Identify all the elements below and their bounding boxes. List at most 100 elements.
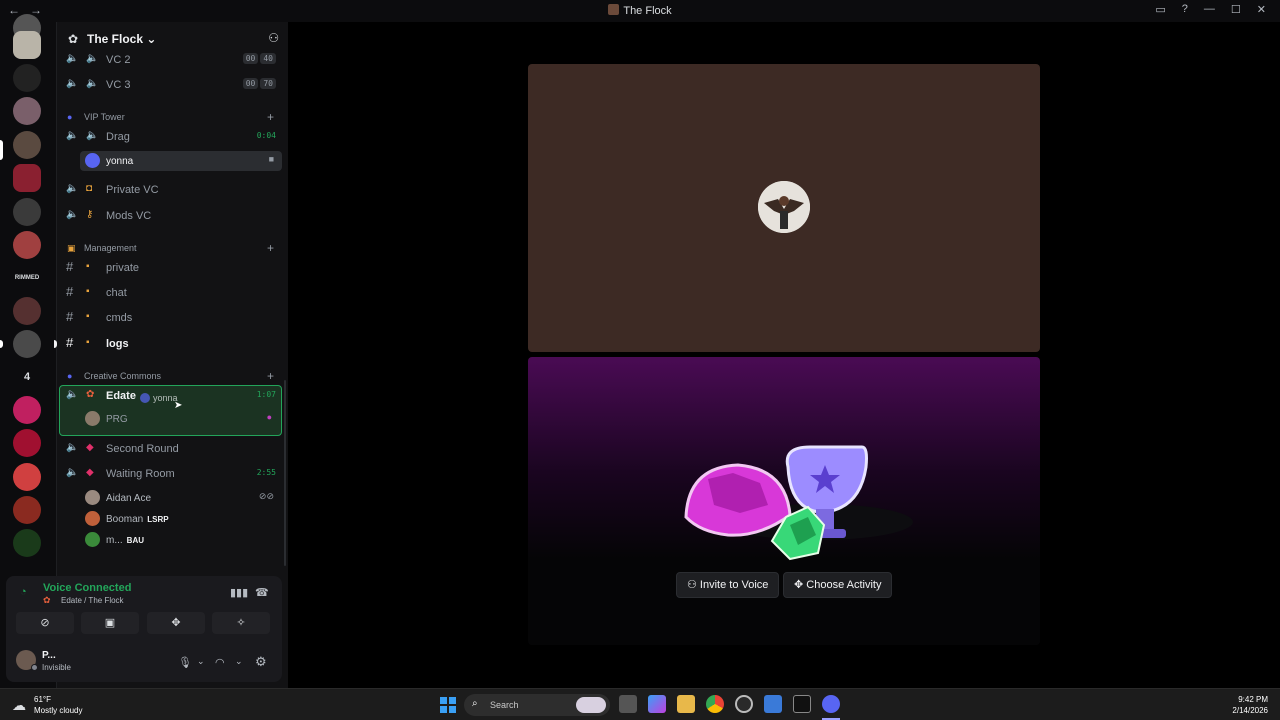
voice-status[interactable]: Voice Connected — [43, 582, 131, 594]
screen-share-button[interactable]: ▣ — [81, 612, 139, 634]
speaker-icon: 🔈 — [66, 78, 79, 89]
channel-drag[interactable]: 🔈 🔈 Drag 0:04 — [62, 126, 282, 148]
server-icon[interactable] — [13, 429, 41, 457]
add-channel-icon[interactable]: + — [267, 369, 274, 383]
server-icon[interactable] — [13, 97, 41, 125]
speaker-icon: 🔈 — [66, 53, 79, 64]
user-name[interactable]: P... — [42, 650, 56, 661]
disconnect-icon[interactable]: ☎ — [255, 586, 269, 599]
camera-button[interactable]: ⊘ — [16, 612, 74, 634]
activity-button[interactable]: ✥ — [147, 612, 205, 634]
taskbar-search[interactable]: ⌕ Search — [464, 694, 610, 716]
add-channel-icon[interactable]: + — [267, 110, 274, 124]
channel-second-round[interactable]: 🔈 ◆ Second Round — [62, 438, 282, 460]
chrome-icon[interactable] — [706, 695, 724, 713]
channel-name: Mods VC — [106, 210, 152, 222]
user-tag-badge: BAU — [126, 536, 145, 545]
guild-badge-icon: ✿ — [68, 32, 79, 46]
voice-user[interactable]: m... BAU — [80, 530, 280, 550]
server-icon[interactable] — [13, 198, 41, 226]
minimize-button[interactable]: — — [1204, 3, 1215, 16]
server-icon[interactable] — [13, 231, 41, 259]
maximize-button[interactable]: ☐ — [1231, 3, 1241, 16]
screen-share-icon: ▣ — [104, 617, 116, 629]
user-name-wrap: Booman LSRP — [106, 514, 169, 525]
server-icon[interactable] — [13, 396, 41, 424]
app-icon[interactable] — [735, 695, 753, 713]
voice-user[interactable]: Booman LSRP — [80, 509, 280, 529]
lips-icon: ◆ — [86, 442, 94, 453]
activity-illustration — [684, 445, 913, 561]
copilot-icon[interactable] — [648, 695, 666, 713]
channel-name: Edate — [106, 390, 136, 402]
voice-stage-tile[interactable] — [528, 64, 1040, 352]
inbox-icon[interactable]: ▭ — [1155, 3, 1165, 16]
server-icon-text[interactable]: RIMMED — [13, 264, 41, 292]
server-icon-text[interactable]: 4 — [13, 363, 41, 391]
person-add-icon[interactable]: ⚇ — [268, 31, 279, 45]
server-icon[interactable] — [13, 64, 41, 92]
channel-logs[interactable]: # ▪ logs — [62, 333, 282, 355]
category-management[interactable]: ▣ Management + — [64, 240, 280, 256]
channel-chat[interactable]: # ▪ chat — [62, 282, 282, 304]
channel-private-vc[interactable]: 🔈 ◘ Private VC — [62, 179, 282, 201]
voice-icon: 🔈 — [86, 78, 99, 89]
add-channel-icon[interactable]: + — [267, 241, 274, 255]
chevron-down-icon[interactable]: ⌄ — [197, 656, 205, 667]
channel-mods-vc[interactable]: 🔈 ⚷ Mods VC — [62, 205, 282, 227]
server-icon[interactable] — [13, 164, 41, 192]
voice-user-prg[interactable]: PRG ● — [80, 409, 280, 429]
window-controls: ▭ ? — ☐ ✕ — [1155, 3, 1266, 16]
server-icon-active[interactable] — [13, 131, 41, 159]
channel-private[interactable]: # ▪ private — [62, 257, 282, 279]
category-vip-tower[interactable]: ● VIP Tower + — [64, 109, 280, 125]
discord-icon[interactable] — [822, 695, 840, 713]
settings-gear-icon[interactable]: ⚙ — [255, 654, 267, 670]
guild-name[interactable]: The Flock ⌄ — [87, 32, 156, 46]
noise-suppression-icon[interactable]: ▮▮▮ — [230, 586, 248, 599]
category-name: Creative Commons — [84, 371, 162, 381]
close-button[interactable]: ✕ — [1257, 3, 1266, 16]
file-explorer-icon[interactable] — [677, 695, 695, 713]
category-creative-commons[interactable]: ● Creative Commons + — [64, 368, 280, 384]
help-icon[interactable]: ? — [1182, 3, 1188, 16]
voice-location[interactable]: Edate / The Flock — [61, 596, 124, 605]
voice-user-yonna[interactable]: yonna ■ — [80, 151, 280, 171]
avatar — [85, 411, 100, 426]
category-name: Management — [84, 243, 137, 253]
activity-icon: ● — [266, 412, 272, 422]
server-icon[interactable] — [13, 330, 41, 358]
channel-cmds[interactable]: # ▪ cmds — [62, 307, 282, 329]
speaker-active-icon: 🔈 — [66, 130, 79, 141]
hash-icon: # — [66, 259, 74, 274]
start-button[interactable] — [440, 697, 456, 713]
choose-activity-button[interactable]: ✥ Choose Activity — [783, 572, 893, 598]
channel-vc3[interactable]: 🔈 🔈 VC 3 00 70 — [62, 74, 282, 96]
circle-icon: ● — [67, 371, 73, 381]
system-clock[interactable]: 9:42 PM 2/14/2026 — [1232, 694, 1268, 716]
capcut-icon[interactable] — [793, 695, 811, 713]
microphone-icon[interactable]: 🎙 — [178, 656, 192, 669]
server-icon[interactable] — [13, 529, 41, 557]
lips-icon: ◆ — [86, 467, 94, 478]
server-icon[interactable] — [13, 496, 41, 524]
sidebar-scrollbar[interactable] — [284, 380, 286, 566]
speaker-active-icon: 🔈 — [66, 467, 79, 478]
avatar — [85, 532, 100, 547]
notepad-icon[interactable] — [764, 695, 782, 713]
chevron-down-icon[interactable]: ⌄ — [235, 656, 243, 667]
server-icon[interactable] — [13, 463, 41, 491]
channel-waiting-room[interactable]: 🔈 ◆ Waiting Room 2:55 — [62, 463, 282, 485]
headphones-icon[interactable]: ◠ — [215, 656, 225, 669]
soundboard-button[interactable]: ✧ — [212, 612, 270, 634]
lock-icon: ▪ — [86, 261, 90, 272]
soundboard-icon: ✧ — [236, 617, 246, 629]
channel-vc2[interactable]: 🔈 🔈 VC 2 00 40 — [62, 49, 282, 71]
server-icon[interactable] — [13, 31, 41, 59]
voice-user[interactable]: Aidan Ace ⊘⊘ — [80, 488, 280, 508]
signal-icon[interactable]: ◔ — [20, 586, 27, 598]
avatar — [140, 393, 150, 403]
server-icon[interactable] — [13, 297, 41, 325]
invite-to-voice-button[interactable]: ⚇ Invite to Voice — [676, 572, 780, 598]
task-view-icon[interactable] — [619, 695, 637, 713]
